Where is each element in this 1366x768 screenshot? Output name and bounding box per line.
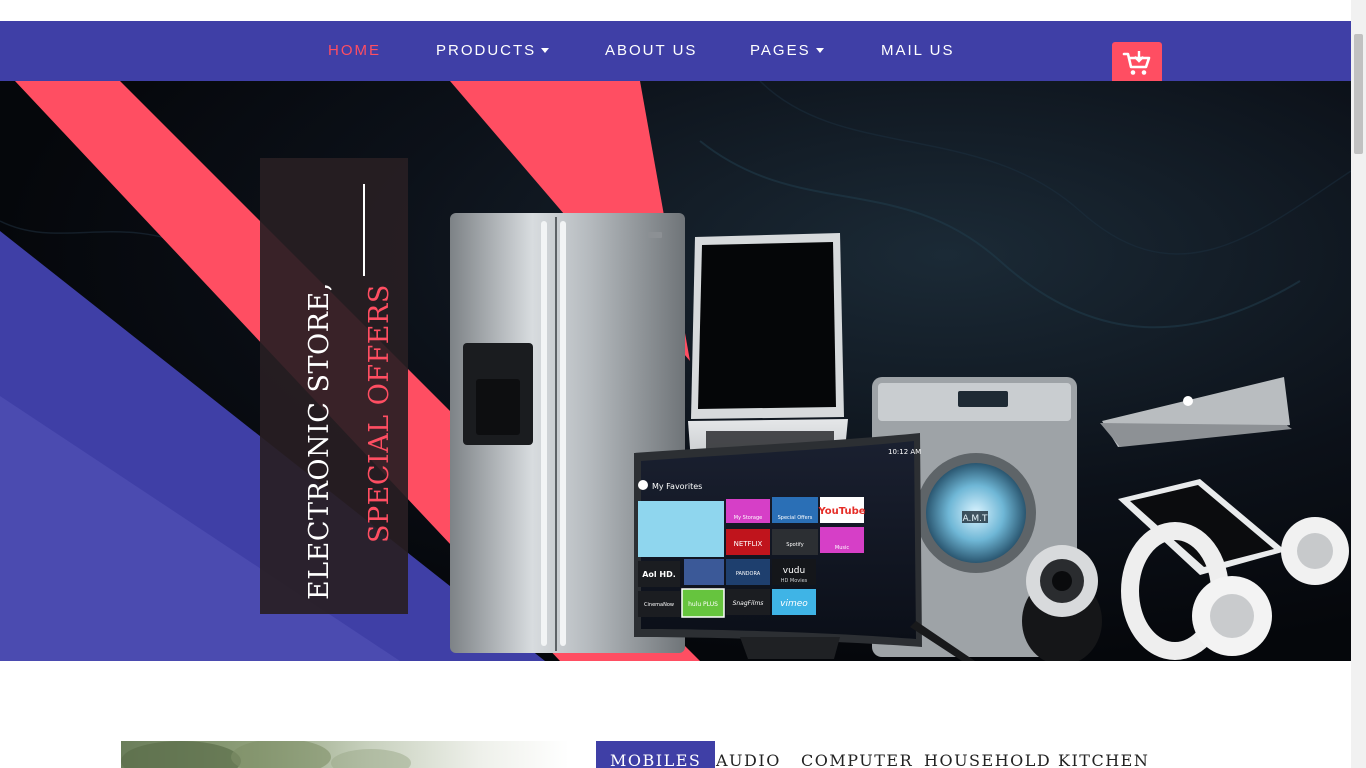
scrollbar-thumb[interactable]: [1354, 34, 1363, 154]
nav-about-us[interactable]: ABOUT US: [605, 21, 697, 81]
app-special-offers: Special Offers: [778, 515, 813, 521]
nav-about-us-label: ABOUT US: [605, 42, 698, 59]
hero-caption-subtitle: SPECIAL OFFERS: [364, 284, 395, 543]
app-vimeo: vimeo: [780, 599, 808, 609]
tab-household[interactable]: HOUSEHOLD: [924, 741, 1051, 768]
nav-home[interactable]: HOME: [328, 21, 381, 81]
tab-kitchen[interactable]: KITCHEN: [1058, 741, 1149, 768]
hero-banner: A.M.T My Favorites 10:12 AM My Storage S…: [0, 81, 1351, 661]
nav-mail-us-label: MAIL US: [881, 42, 955, 59]
tab-computer[interactable]: COMPUTER: [801, 741, 913, 768]
app-snagfilms: SnagFilms: [733, 600, 764, 607]
washer-brand-label: A.M.T: [963, 514, 988, 524]
app-aol-hd: Aol HD.: [642, 570, 676, 579]
tv-screen-title: My Favorites: [652, 482, 702, 491]
cart-icon: [1122, 51, 1151, 75]
nav-pages[interactable]: PAGES: [750, 21, 824, 81]
app-hulu-plus: hulu PLUS: [688, 601, 718, 608]
app-pandora: PANDORA: [736, 571, 761, 577]
app-netflix: NETFLIX: [734, 540, 763, 548]
caret-down-icon: [541, 47, 550, 53]
caret-down-icon: [815, 47, 824, 53]
hero-background: A.M.T My Favorites 10:12 AM My Storage S…: [0, 81, 1351, 661]
hero-caption-title: ELECTRONIC STORE,: [304, 282, 335, 600]
nav-products[interactable]: PRODUCTS: [436, 21, 550, 81]
cart-button[interactable]: [1112, 42, 1162, 86]
main-navbar: HOME PRODUCTS ABOUT US PAGES MAIL US: [0, 21, 1351, 86]
promo-image: [121, 741, 569, 768]
app-hd-movies: HD Movies: [781, 578, 808, 584]
tv-screen-time: 10:12 AM: [888, 448, 921, 456]
tab-mobiles[interactable]: MOBILES: [596, 741, 716, 768]
app-cinemanow: CinemaNow: [644, 602, 674, 608]
app-my-storage: My Storage: [734, 515, 762, 521]
app-vudu: vudu: [783, 566, 805, 576]
promo-foliage-image: [121, 741, 411, 768]
app-spotify: Spotify: [786, 542, 803, 548]
nav-pages-label: PAGES: [750, 42, 811, 59]
tab-audio[interactable]: AUDIO: [716, 741, 781, 768]
nav-products-label: PRODUCTS: [436, 42, 537, 59]
nav-mail-us[interactable]: MAIL US: [881, 21, 954, 81]
nav-home-label: HOME: [328, 42, 381, 59]
app-music: Music: [835, 545, 849, 551]
top-strip: [0, 0, 1351, 21]
caption-divider: [363, 184, 365, 276]
app-youtube: YouTube: [817, 506, 865, 517]
